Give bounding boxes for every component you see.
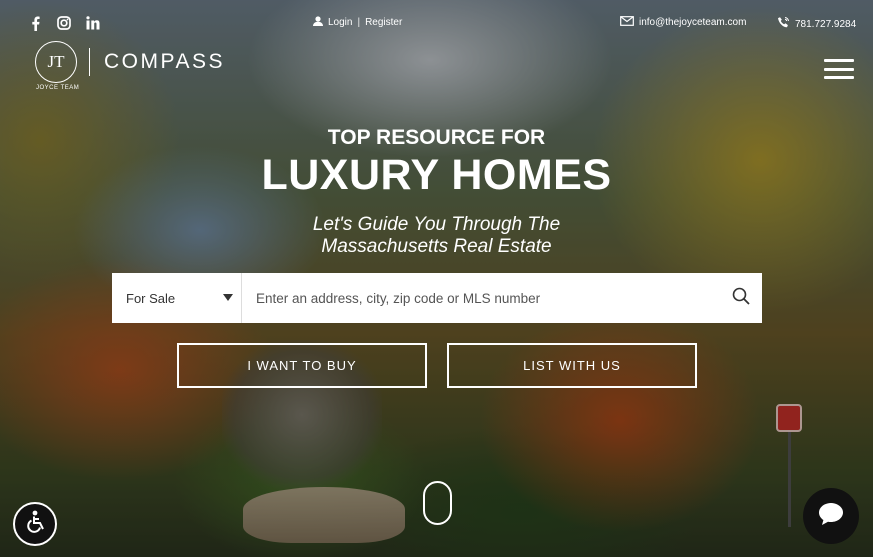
- search-input[interactable]: [242, 273, 720, 323]
- caret-down-icon: [223, 294, 233, 301]
- logo-brand: COMPASS: [104, 50, 225, 73]
- social-links: [27, 15, 101, 31]
- property-search-bar: For Sale: [112, 273, 762, 323]
- hero-kicker: TOP RESOURCE FOR: [327, 126, 546, 149]
- auth-separator: |: [357, 17, 361, 28]
- hero-subline-2: Massachusetts Real Estate: [321, 236, 552, 257]
- chat-bubble-icon: [817, 501, 845, 532]
- hero-headline: LUXURY HOMES: [261, 151, 612, 199]
- envelope-icon: [620, 16, 634, 29]
- list-with-us-button[interactable]: LIST WITH US: [447, 343, 697, 388]
- search-icon: [732, 287, 750, 310]
- contact-phone[interactable]: 781.727.9284: [777, 16, 856, 32]
- logo-divider: [89, 48, 90, 76]
- email-text: info@thejoyceteam.com: [639, 17, 747, 28]
- search-button[interactable]: [720, 273, 762, 323]
- user-icon: [313, 16, 323, 29]
- phone-text: 781.727.9284: [795, 18, 857, 30]
- chat-button[interactable]: [803, 488, 859, 544]
- scroll-down-indicator[interactable]: [423, 481, 452, 525]
- hero-subline-1: Let's Guide You Through The: [312, 214, 561, 235]
- logo-subtitle: JOYCE TEAM: [36, 85, 80, 91]
- register-link[interactable]: Register: [365, 17, 402, 28]
- contact-email[interactable]: info@thejoyceteam.com: [620, 16, 746, 29]
- instagram-icon[interactable]: [56, 15, 72, 31]
- login-link[interactable]: Login: [328, 17, 352, 28]
- listing-type-value: For Sale: [126, 290, 176, 306]
- linkedin-icon[interactable]: [85, 15, 101, 31]
- auth-links: Login | Register: [313, 16, 402, 29]
- logo-mark: JT: [35, 41, 77, 83]
- wheelchair-icon: [22, 509, 48, 540]
- hamburger-menu-icon[interactable]: [824, 59, 854, 79]
- facebook-icon[interactable]: [27, 15, 43, 31]
- site-logo[interactable]: JT JOYCE TEAM COMPASS: [35, 41, 225, 91]
- phone-icon: [777, 16, 790, 32]
- accessibility-button[interactable]: [13, 502, 57, 546]
- i-want-to-buy-button[interactable]: I WANT TO BUY: [177, 343, 427, 388]
- listing-type-select[interactable]: For Sale: [112, 273, 242, 323]
- hero-subline: Let's Guide You Through The Massachusett…: [0, 214, 873, 258]
